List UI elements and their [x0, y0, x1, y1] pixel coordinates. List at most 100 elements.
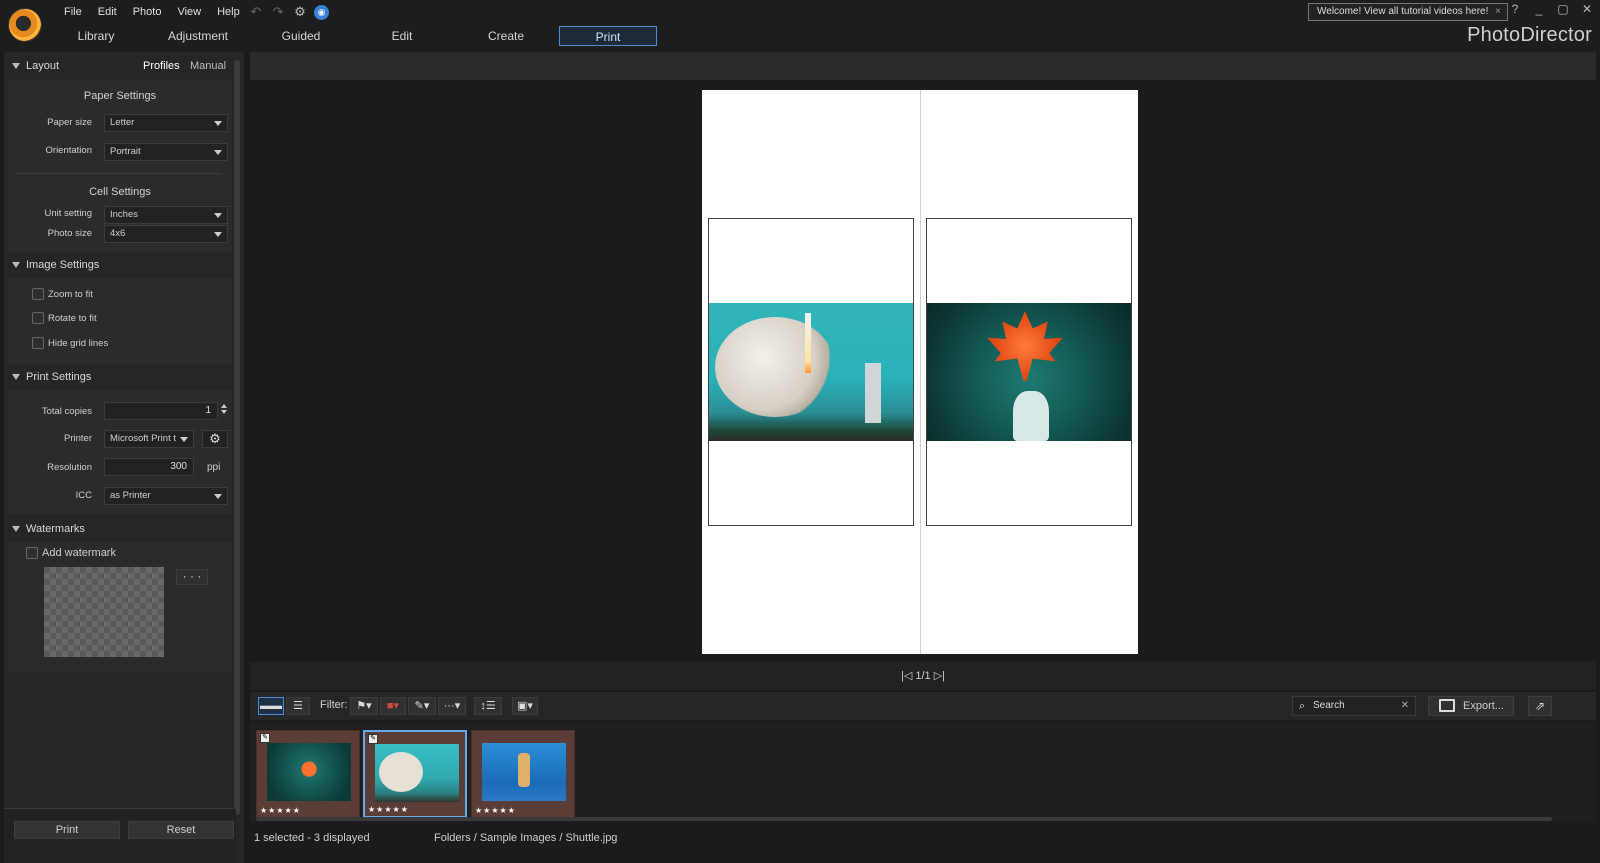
help-icon[interactable]: ? — [1508, 2, 1522, 16]
window-close-icon[interactable]: ✕ — [1580, 2, 1594, 16]
menu-view[interactable]: View — [169, 5, 209, 19]
print-button[interactable]: Print — [14, 821, 120, 839]
undo-icon[interactable]: ↶ — [248, 4, 264, 20]
icc-select[interactable]: as Printer — [104, 487, 228, 505]
resolution-label: Resolution — [47, 462, 92, 473]
manual-toggle[interactable]: Manual — [190, 54, 226, 78]
edit-filter-button[interactable]: ✎▾ — [408, 697, 436, 715]
more-icon: ···▾ — [443, 700, 461, 712]
search-input[interactable]: ⌕ Search ✕ — [1292, 696, 1416, 716]
printer-select[interactable]: Microsoft Print t — [104, 430, 194, 448]
thumbnail-image — [482, 743, 566, 801]
copies-stepper[interactable] — [220, 402, 228, 420]
hide-grid-lines-checkbox[interactable] — [32, 337, 44, 349]
export-icon — [1439, 699, 1455, 712]
list-view-button[interactable]: ☰ — [286, 697, 310, 715]
tab-adjustment[interactable]: Adjustment — [158, 26, 238, 46]
resolution-input[interactable]: 300 — [104, 458, 194, 476]
menu-help[interactable]: Help — [209, 5, 248, 19]
print-cell-left[interactable] — [708, 218, 914, 526]
menu-edit[interactable]: Edit — [90, 5, 125, 19]
search-placeholder: Search — [1313, 700, 1345, 711]
thumbnail-jump[interactable]: ★★★★★ — [471, 730, 575, 818]
reset-button[interactable]: Reset — [128, 821, 234, 839]
zoom-to-fit-label: Zoom to fit — [48, 289, 93, 300]
unit-setting-select[interactable]: Inches — [104, 206, 228, 224]
printer-value: Microsoft Print t — [110, 433, 176, 444]
total-copies-input[interactable]: 1 — [104, 402, 218, 420]
total-copies-label: Total copies — [41, 406, 92, 417]
pencil-icon: ✎▾ — [414, 700, 430, 712]
brand-name: PhotoDirector — [1467, 24, 1592, 46]
resolution-unit: ppi — [207, 462, 221, 473]
undock-button[interactable]: ⇗ — [1528, 696, 1552, 716]
chevron-down-icon — [214, 121, 222, 126]
restore-icon[interactable]: ▢ — [1556, 2, 1570, 16]
printer-settings-button[interactable]: ⚙ — [202, 430, 228, 448]
redo-icon[interactable]: ↷ — [270, 4, 286, 20]
image-settings-body: Zoom to fit Rotate to fit Hide grid line… — [8, 278, 232, 364]
profiles-toggle[interactable]: Profiles — [143, 54, 180, 78]
edited-badge-icon: ✎ — [368, 734, 378, 744]
export-label: Export... — [1463, 700, 1504, 712]
layout-section-header[interactable]: Layout Profiles Manual — [4, 54, 232, 78]
zoom-to-fit-checkbox[interactable] — [32, 288, 44, 300]
orientation-label: Orientation — [45, 145, 92, 156]
chevron-down-icon — [214, 213, 222, 218]
print-settings-header[interactable]: Print Settings — [4, 365, 232, 389]
tab-guided[interactable]: Guided — [266, 26, 336, 46]
printer-label: Printer — [64, 433, 92, 444]
settings-icon[interactable]: ⚙ — [292, 4, 308, 20]
tab-library[interactable]: Library — [62, 26, 130, 46]
orientation-select[interactable]: Portrait — [104, 143, 228, 161]
thumbnail-shuttle[interactable]: ✎ ★★★★★ — [363, 730, 467, 818]
photo-size-select[interactable]: 4x6 — [104, 225, 228, 243]
flag-filter-button[interactable]: ⚑▾ — [350, 697, 378, 715]
star-rating[interactable]: ★★★★★ — [475, 806, 516, 815]
menu-photo[interactable]: Photo — [125, 5, 170, 19]
title-bar: File Edit Photo View Help ↶ ↷ ⚙ ◉ Welcom… — [0, 0, 1600, 52]
image-settings-header[interactable]: Image Settings — [4, 253, 232, 277]
icc-value: as Printer — [110, 490, 151, 501]
color-filter-button[interactable]: ■▾ — [380, 697, 406, 715]
filmstrip-toolbar: ▬▬ ☰ Filter: ⚑▾ ■▾ ✎▾ ···▾ ↕☰ ▣▾ ⌕ Searc… — [250, 692, 1596, 720]
notification-icon[interactable]: ◉ — [314, 4, 329, 20]
panel-scrollbar[interactable] — [234, 60, 240, 815]
thumbnail-maple[interactable]: ✎ ★★★★★ — [256, 730, 360, 818]
preview-toolbar — [250, 52, 1596, 80]
file-path: Folders / Sample Images / Shuttle.jpg — [434, 832, 618, 844]
add-watermark-checkbox[interactable] — [26, 547, 38, 559]
clear-search-icon[interactable]: ✕ — [1401, 697, 1409, 715]
star-rating[interactable]: ★★★★★ — [368, 805, 409, 814]
tutorial-banner[interactable]: Welcome! View all tutorial videos here! … — [1308, 3, 1508, 21]
filmstrip: ✎ ★★★★★ ✎ ★★★★★ ★★★★★ — [250, 722, 1596, 822]
selection-status: 1 selected - 3 displayed — [254, 832, 370, 844]
rotate-to-fit-checkbox[interactable] — [32, 312, 44, 324]
print-cell-right[interactable] — [926, 218, 1132, 526]
watermarks-header[interactable]: Watermarks — [4, 517, 232, 541]
stack-button[interactable]: ▣▾ — [512, 697, 538, 715]
paper-settings-heading: Paper Settings — [83, 90, 157, 102]
window-controls: ? _ ▢ ✕ — [1508, 2, 1594, 16]
filmstrip-view-button[interactable]: ▬▬ — [258, 697, 284, 715]
close-icon[interactable]: × — [1495, 4, 1501, 20]
filter-label: Filter: — [320, 699, 348, 711]
watermark-more-button[interactable]: · · · — [176, 569, 208, 585]
more-filter-button[interactable]: ···▾ — [438, 697, 466, 715]
tab-create[interactable]: Create — [474, 26, 538, 46]
sort-button[interactable]: ↕☰ — [474, 697, 502, 715]
tab-print[interactable]: Print — [559, 26, 657, 46]
quick-toolbar: ↶ ↷ ⚙ ◉ — [248, 4, 329, 20]
tab-edit[interactable]: Edit — [372, 26, 432, 46]
star-rating[interactable]: ★★★★★ — [260, 806, 301, 815]
filmstrip-scrollbar[interactable] — [256, 817, 1552, 821]
module-tabs: Library Adjustment Guided Edit Create Pr… — [0, 24, 700, 48]
edited-badge-icon: ✎ — [260, 733, 270, 743]
menu-file[interactable]: File — [56, 5, 90, 19]
sort-icon: ↕☰ — [480, 700, 496, 712]
page-navigator[interactable]: |◁ 1/1 ▷| — [250, 662, 1596, 690]
collapse-triangle-icon — [12, 63, 20, 69]
paper-size-select[interactable]: Letter — [104, 114, 228, 132]
export-button[interactable]: Export... — [1428, 696, 1514, 716]
minimize-icon[interactable]: _ — [1532, 2, 1546, 16]
